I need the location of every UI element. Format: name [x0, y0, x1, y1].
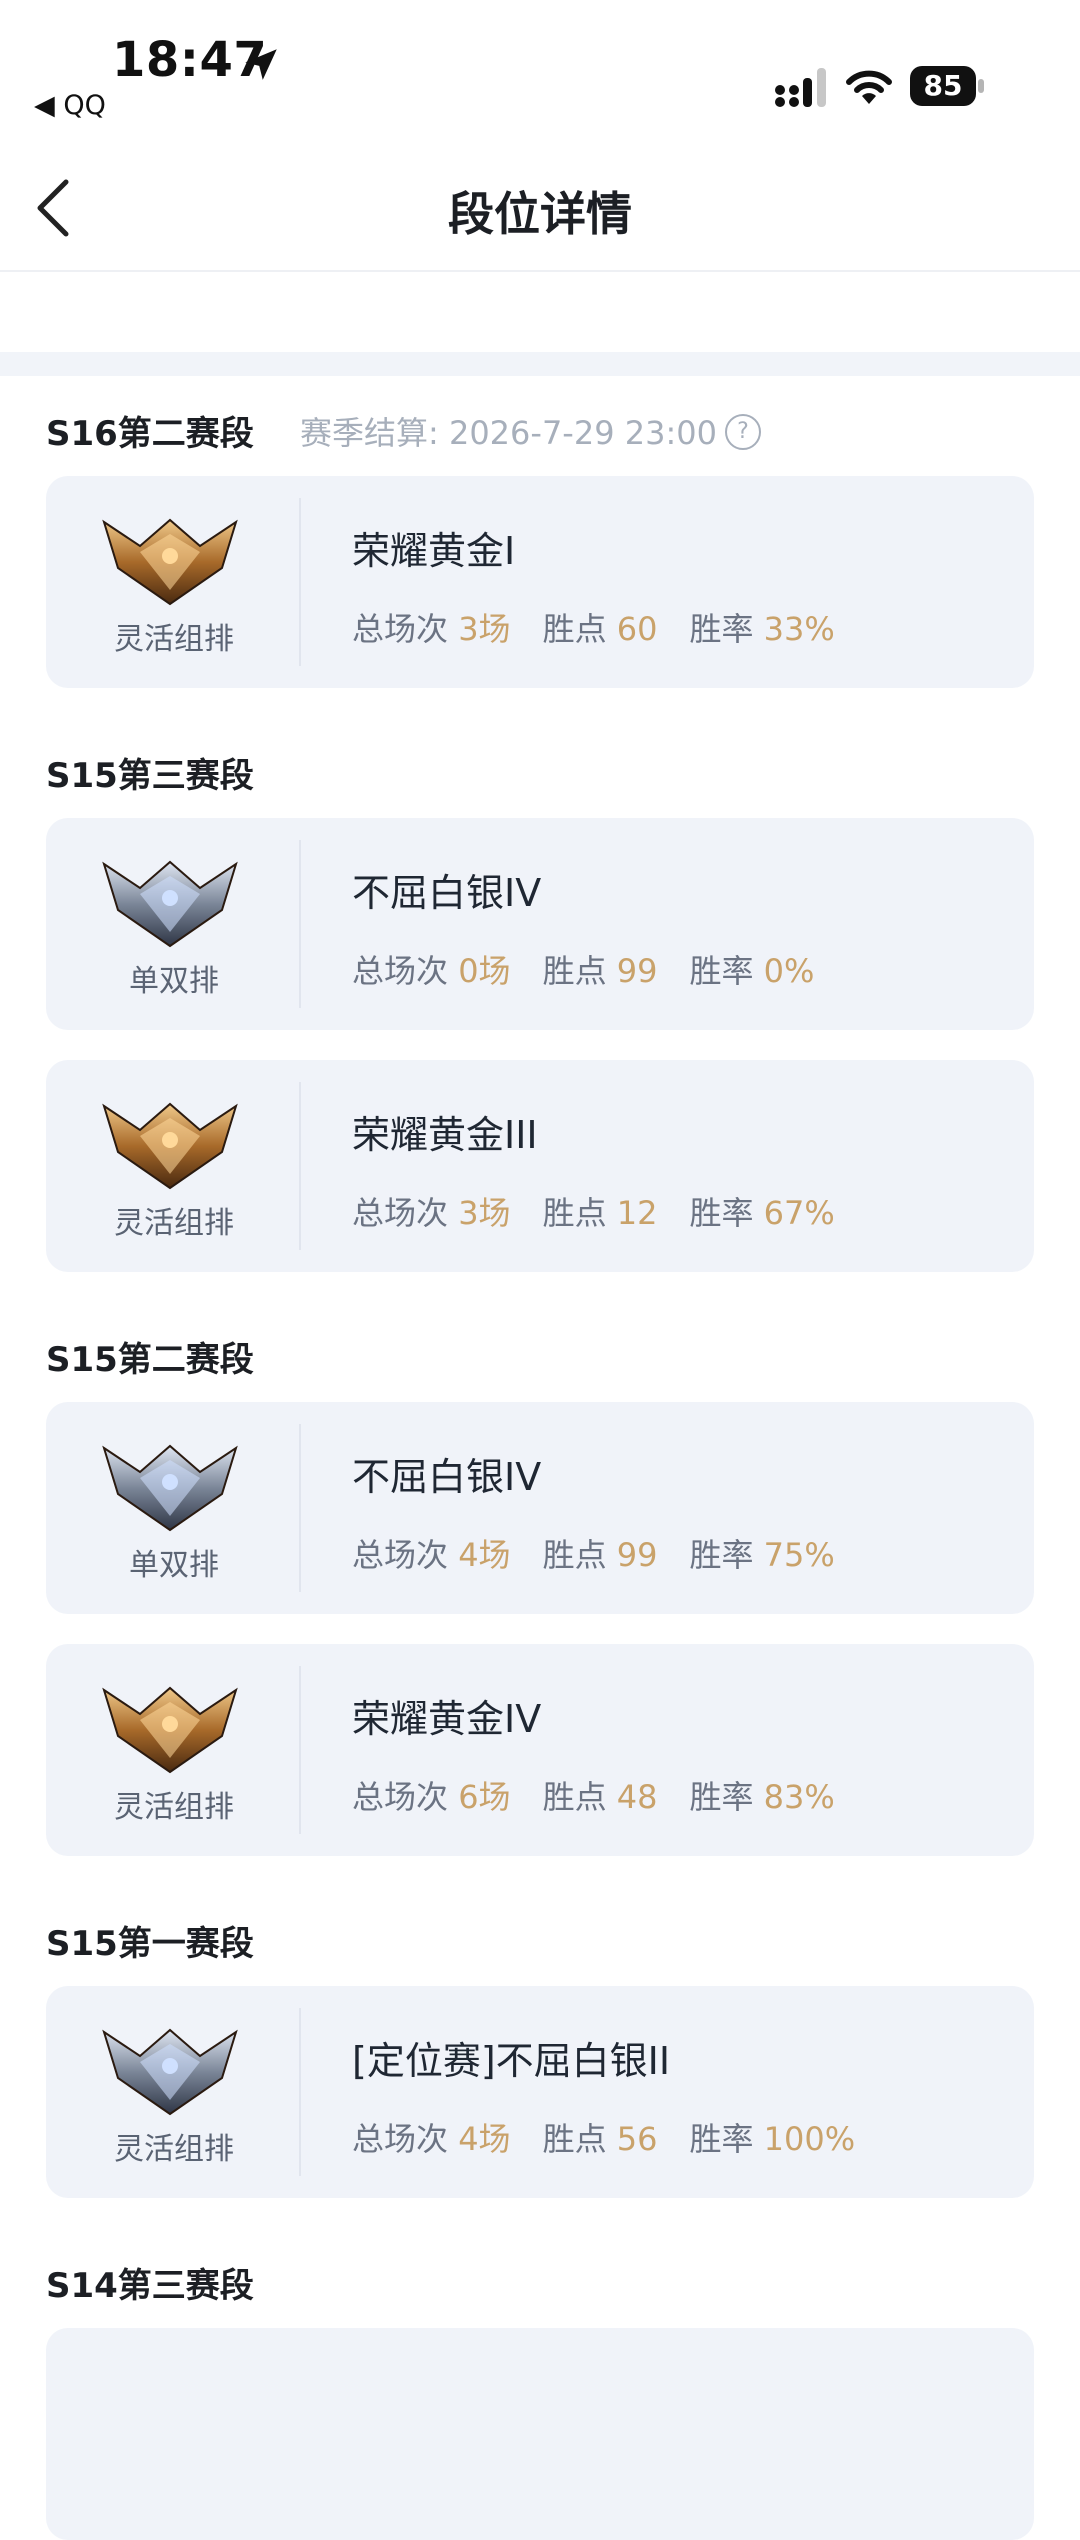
- status-bar: 18:47 ◀ QQ 85: [0, 0, 1080, 140]
- winrate-value: 0%: [763, 952, 815, 990]
- section-separator: [0, 352, 1080, 376]
- rank-stats: 总场次 3场 胜点 12 胜率 67%: [352, 1188, 835, 1234]
- queue-mode-label: 灵活组排: [114, 2132, 234, 2167]
- rank-record-card[interactable]: 灵活组排 荣耀黄金IV 总场次 6场 胜点 48 胜率 83%: [46, 1644, 1034, 1856]
- total-games-label: 总场次: [352, 1536, 449, 1574]
- rank-record-card[interactable]: 单双排 不屈白银IV 总场次 0场 胜点 99 胜率 0%: [46, 818, 1034, 1030]
- rank-stats: 总场次 6场 胜点 48 胜率 83%: [352, 1772, 835, 1818]
- rank-record-card[interactable]: 灵活组排 荣耀黄金III 总场次 3场 胜点 12 胜率 67%: [46, 1060, 1034, 1272]
- gold-rank-emblem-icon: [102, 1686, 238, 1774]
- points-value: 56: [616, 2120, 658, 2158]
- navigation-bar: 段位详情: [0, 140, 1080, 272]
- season-title: S16第二赛段: [46, 414, 254, 454]
- rank-name: 不屈白银IV: [352, 1455, 542, 1499]
- points-value: 12: [616, 1194, 658, 1232]
- points-label: 胜点: [542, 1194, 607, 1232]
- winrate-value: 83%: [763, 1778, 835, 1816]
- points-value: 60: [616, 610, 658, 648]
- winrate-value: 75%: [763, 1536, 835, 1574]
- points-label: 胜点: [542, 610, 607, 648]
- silver-rank-emblem-icon: [102, 860, 238, 948]
- total-games-value: 4场: [458, 1536, 511, 1574]
- season-title: S15第二赛段: [46, 1340, 254, 1380]
- rank-stats: 总场次 4场 胜点 56 胜率 100%: [352, 2114, 855, 2160]
- location-arrow-icon: [245, 49, 277, 80]
- points-label: 胜点: [542, 952, 607, 990]
- season-title: S15第一赛段: [46, 1924, 254, 1964]
- winrate-value: 67%: [763, 1194, 835, 1232]
- silver-rank-emblem-icon: [102, 2028, 238, 2116]
- rank-name: 不屈白银IV: [352, 871, 542, 915]
- battery-level: 85: [910, 66, 976, 106]
- rank-name: 荣耀黄金IV: [352, 1697, 542, 1741]
- queue-mode-label: 灵活组排: [114, 1790, 234, 1825]
- winrate-label: 胜率: [689, 2120, 754, 2158]
- card-divider: [299, 1424, 301, 1592]
- winrate-label: 胜率: [689, 610, 754, 648]
- total-games-label: 总场次: [352, 1194, 449, 1232]
- rank-record-card[interactable]: 单双排 不屈白银IV 总场次 4场 胜点 99 胜率 75%: [46, 1402, 1034, 1614]
- winrate-value: 100%: [763, 2120, 856, 2158]
- rank-stats: 总场次 3场 胜点 60 胜率 33%: [352, 604, 835, 650]
- season-title: S14第三赛段: [46, 2266, 254, 2306]
- total-games-value: 3场: [458, 610, 511, 648]
- points-value: 99: [616, 952, 658, 990]
- rank-name: 荣耀黄金III: [352, 1113, 538, 1157]
- winrate-label: 胜率: [689, 1778, 754, 1816]
- winrate-label: 胜率: [689, 1194, 754, 1232]
- points-value: 48: [616, 1778, 658, 1816]
- total-games-value: 3场: [458, 1194, 511, 1232]
- back-to-app-link[interactable]: ◀ QQ: [34, 90, 106, 121]
- card-divider: [299, 2008, 301, 2176]
- rank-stats: 总场次 0场 胜点 99 胜率 0%: [352, 946, 814, 992]
- card-divider: [299, 498, 301, 666]
- total-games-value: 0场: [458, 952, 511, 990]
- card-divider: [299, 1082, 301, 1250]
- season-settle-time: 赛季结算: 2026-7-29 23:00?: [300, 408, 761, 454]
- winrate-label: 胜率: [689, 952, 754, 990]
- total-games-value: 6场: [458, 1778, 511, 1816]
- winrate-value: 33%: [763, 610, 835, 648]
- total-games-label: 总场次: [352, 2120, 449, 2158]
- total-games-label: 总场次: [352, 952, 449, 990]
- points-label: 胜点: [542, 1778, 607, 1816]
- wifi-icon: [846, 70, 892, 104]
- rank-record-card[interactable]: 灵活组排 荣耀黄金I 总场次 3场 胜点 60 胜率 33%: [46, 476, 1034, 688]
- points-label: 胜点: [542, 2120, 607, 2158]
- silver-rank-emblem-icon: [102, 1444, 238, 1532]
- page-title: 段位详情: [448, 187, 632, 241]
- queue-mode-label: 灵活组排: [114, 1206, 234, 1241]
- total-games-label: 总场次: [352, 610, 449, 648]
- help-icon[interactable]: ?: [724, 414, 761, 450]
- total-games-label: 总场次: [352, 1778, 449, 1816]
- rank-stats: 总场次 4场 胜点 99 胜率 75%: [352, 1530, 835, 1576]
- queue-mode-label: 单双排: [129, 964, 219, 999]
- rank-name: [定位赛]不屈白银II: [352, 2039, 671, 2083]
- total-games-value: 4场: [458, 2120, 511, 2158]
- points-label: 胜点: [542, 1536, 607, 1574]
- rank-record-card[interactable]: [46, 2328, 1034, 2540]
- gold-rank-emblem-icon: [102, 1102, 238, 1190]
- queue-mode-label: 灵活组排: [114, 622, 234, 657]
- signal-icon: [775, 68, 826, 107]
- season-title: S15第三赛段: [46, 756, 254, 796]
- winrate-label: 胜率: [689, 1536, 754, 1574]
- card-divider: [299, 840, 301, 1008]
- card-divider: [299, 1666, 301, 1834]
- rank-record-card[interactable]: 灵活组排 [定位赛]不屈白银II 总场次 4场 胜点 56 胜率 100%: [46, 1986, 1034, 2198]
- points-value: 99: [616, 1536, 658, 1574]
- battery-icon: 85: [910, 66, 986, 106]
- gold-rank-emblem-icon: [102, 518, 238, 606]
- rank-name: 荣耀黄金I: [352, 529, 516, 573]
- queue-mode-label: 单双排: [129, 1548, 219, 1583]
